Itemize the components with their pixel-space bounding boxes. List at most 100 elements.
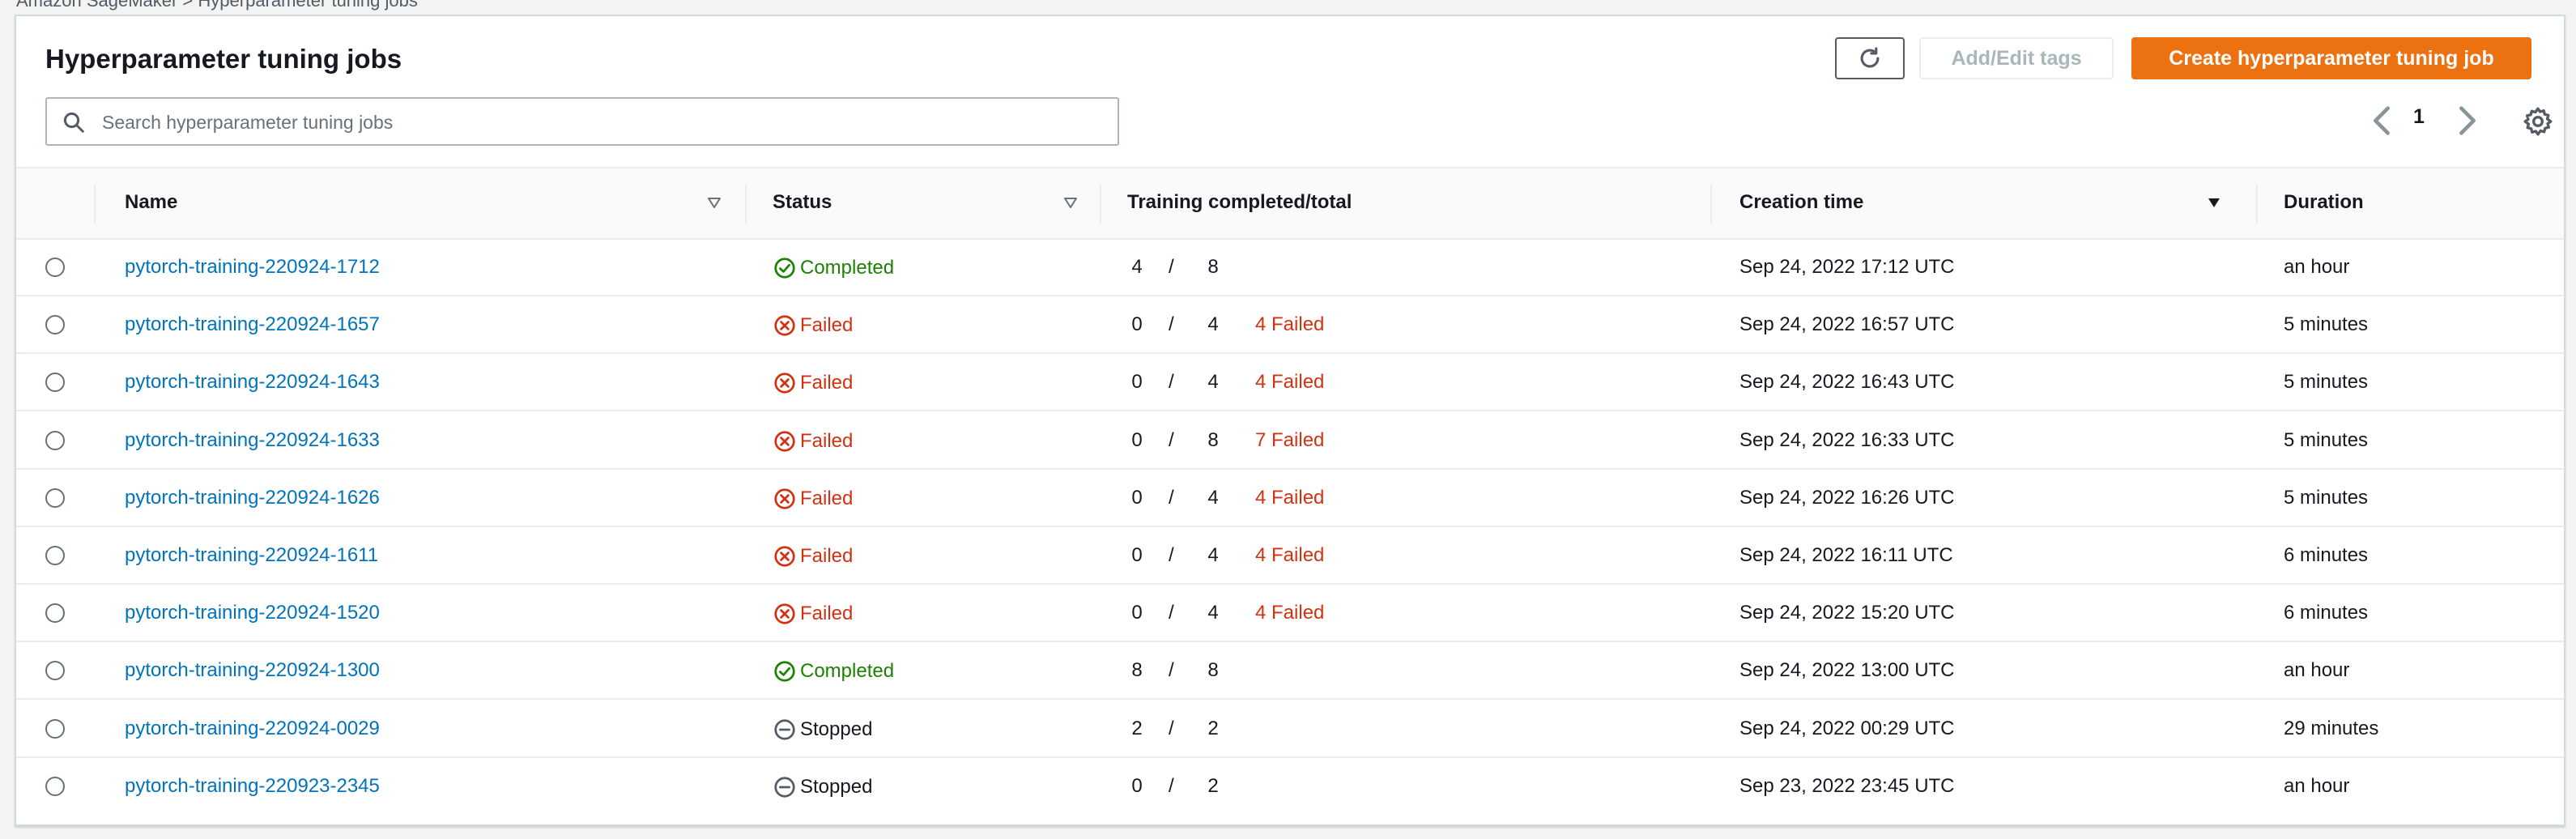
x-circle-icon — [774, 603, 795, 624]
table-row[interactable]: pytorch-training-220924-1633 Failed 0 / 8 7 F… — [16, 411, 2564, 470]
training-completed: 0 — [1131, 486, 1143, 509]
column-header-duration: Duration — [2284, 191, 2364, 213]
column-header-status[interactable]: Status — [773, 191, 832, 214]
status-text: Failed — [800, 314, 854, 337]
row-select-radio[interactable] — [45, 776, 65, 796]
column-divider — [745, 185, 747, 224]
sort-descending-icon[interactable] — [2204, 193, 2224, 212]
chevron-left-icon[interactable] — [2368, 102, 2395, 139]
row-select-radio[interactable] — [45, 373, 65, 393]
table-row[interactable]: pytorch-training-220924-0029 Stopped 2 / 2 Se… — [16, 700, 2564, 758]
x-circle-icon — [774, 430, 795, 452]
create-tuning-job-button[interactable]: Create hyperparameter tuning job — [2131, 37, 2531, 79]
search-box[interactable] — [45, 97, 1119, 146]
column-header-creation-time[interactable]: Creation time — [1739, 191, 1863, 214]
training-completed: 0 — [1131, 544, 1143, 566]
creation-time: Sep 24, 2022 16:33 UTC — [1739, 428, 1955, 451]
creation-time: Sep 24, 2022 16:57 UTC — [1739, 313, 1955, 336]
status-badge: Completed — [773, 256, 894, 280]
job-name-link[interactable]: pytorch-training-220924-1657 — [125, 313, 380, 336]
status-text: Completed — [800, 660, 895, 683]
status-text: Stopped — [800, 718, 873, 740]
duration: 5 minutes — [2284, 371, 2369, 394]
training-failed-count: 7 Failed — [1255, 428, 1325, 451]
tuning-jobs-panel: Hyperparameter tuning jobs Add/Edit tags… — [15, 15, 2565, 826]
training-separator: / — [1169, 428, 1174, 451]
chevron-right-icon[interactable] — [2454, 102, 2481, 139]
training-completed: 0 — [1131, 774, 1143, 797]
training-total: 4 — [1207, 371, 1219, 394]
training-total: 8 — [1207, 428, 1219, 451]
status-badge: Failed — [773, 544, 853, 569]
column-header-name[interactable]: Name — [125, 191, 177, 214]
job-name-link[interactable]: pytorch-training-220924-1633 — [125, 429, 380, 452]
training-separator: / — [1169, 602, 1174, 624]
current-page-number[interactable]: 1 — [2407, 105, 2431, 129]
training-completed: 2 — [1131, 717, 1143, 739]
training-total: 8 — [1207, 256, 1219, 278]
add-edit-tags-button[interactable]: Add/Edit tags — [1919, 37, 2114, 79]
status-text: Completed — [800, 257, 895, 279]
training-completed: 4 — [1131, 256, 1143, 278]
creation-time: Sep 24, 2022 15:20 UTC — [1739, 602, 1955, 624]
status-badge: Failed — [773, 371, 853, 395]
training-completed: 0 — [1131, 428, 1143, 451]
table-row[interactable]: pytorch-training-220923-2345 Stopped 0 / 2 Se… — [16, 757, 2564, 816]
column-divider — [1100, 185, 1101, 224]
table-row[interactable]: pytorch-training-220924-1643 Failed 0 / 4 4 F… — [16, 353, 2564, 412]
job-name-link[interactable]: pytorch-training-220923-2345 — [125, 775, 380, 798]
training-separator: / — [1169, 313, 1174, 336]
training-separator: / — [1169, 486, 1174, 509]
job-name-link[interactable]: pytorch-training-220924-1712 — [125, 256, 380, 279]
table-row[interactable]: pytorch-training-220924-1611 Failed 0 / 4 4 F… — [16, 526, 2564, 585]
table-row[interactable]: pytorch-training-220924-1657 Failed 0 / 4 4 F… — [16, 296, 2564, 355]
training-separator: / — [1169, 544, 1174, 566]
row-select-radio[interactable] — [45, 661, 65, 681]
status-text: Stopped — [800, 775, 873, 798]
page-title: Hyperparameter tuning jobs — [45, 44, 402, 74]
creation-time: Sep 23, 2022 23:45 UTC — [1739, 774, 1955, 797]
training-failed-count: 4 Failed — [1255, 544, 1325, 566]
status-text: Failed — [800, 429, 854, 452]
search-input[interactable] — [100, 105, 1100, 139]
row-select-radio[interactable] — [45, 315, 65, 335]
column-header-training: Training completed/total — [1127, 191, 1352, 213]
job-name-link[interactable]: pytorch-training-220924-1643 — [125, 371, 380, 394]
status-badge: Failed — [773, 487, 853, 511]
table-row[interactable]: pytorch-training-220924-1520 Failed 0 / 4 4 F… — [16, 584, 2564, 643]
job-name-link[interactable]: pytorch-training-220924-1611 — [125, 544, 378, 567]
status-badge: Failed — [773, 602, 853, 626]
row-select-radio[interactable] — [45, 488, 65, 508]
training-separator: / — [1169, 371, 1174, 394]
check-circle-icon — [774, 258, 795, 279]
gear-icon[interactable] — [2522, 105, 2554, 138]
job-name-link[interactable]: pytorch-training-220924-1300 — [125, 659, 380, 682]
row-select-radio[interactable] — [45, 603, 65, 624]
status-badge: Completed — [773, 659, 894, 684]
breadcrumb-text: Amazon SageMaker > Hyperparameter tuning… — [16, 0, 418, 11]
sort-icon[interactable] — [705, 193, 724, 212]
status-badge: Failed — [773, 429, 853, 454]
table-row[interactable]: pytorch-training-220924-1626 Failed 0 / 4 4 F… — [16, 469, 2564, 527]
job-name-link[interactable]: pytorch-training-220924-1626 — [125, 487, 380, 509]
job-name-link[interactable]: pytorch-training-220924-1520 — [125, 602, 380, 624]
row-select-radio[interactable] — [45, 546, 65, 565]
search-icon — [63, 112, 84, 133]
x-circle-icon — [774, 488, 795, 509]
row-select-radio[interactable] — [45, 718, 65, 739]
sort-icon[interactable] — [1061, 193, 1080, 212]
table-row[interactable]: pytorch-training-220924-1712 Completed 4 / 8… — [16, 238, 2564, 296]
training-total: 4 — [1207, 486, 1219, 509]
duration: 29 minutes — [2284, 717, 2379, 739]
minus-circle-icon — [774, 718, 795, 740]
column-divider — [1710, 185, 1712, 224]
x-circle-icon — [774, 315, 795, 336]
duration: an hour — [2284, 659, 2350, 682]
row-select-radio[interactable] — [45, 258, 65, 277]
refresh-button[interactable] — [1835, 37, 1905, 79]
status-text: Failed — [800, 372, 854, 394]
duration: 5 minutes — [2284, 428, 2369, 451]
row-select-radio[interactable] — [45, 430, 65, 450]
table-row[interactable]: pytorch-training-220924-1300 Completed 8 / 8… — [16, 641, 2564, 701]
job-name-link[interactable]: pytorch-training-220924-0029 — [125, 718, 380, 740]
